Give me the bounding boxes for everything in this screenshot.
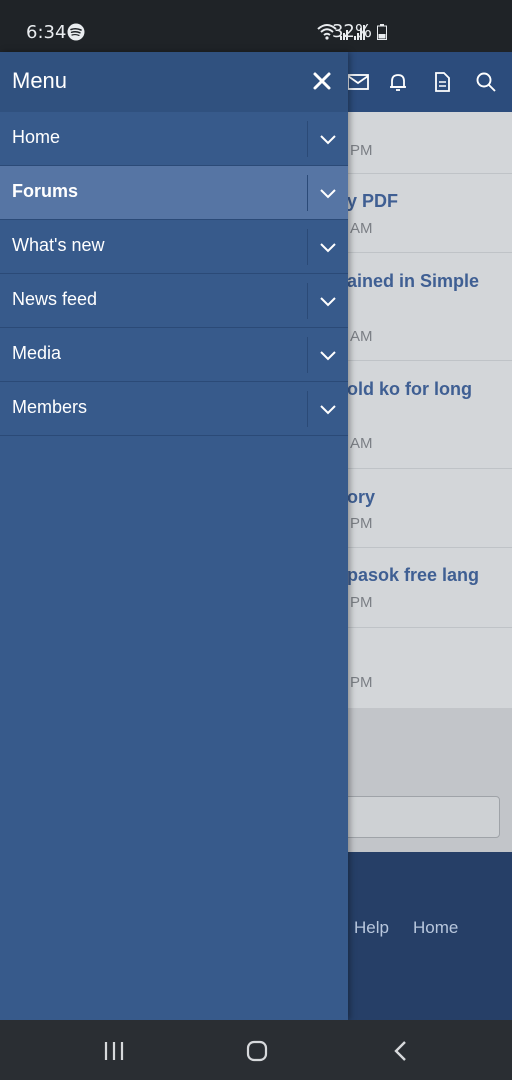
footer-link-home[interactable]: Home (413, 918, 458, 938)
search-icon[interactable] (474, 70, 498, 94)
feed-time: AM (350, 220, 373, 237)
chevron-down-icon[interactable] (318, 130, 338, 150)
menu-divider (307, 337, 308, 373)
chevron-down-icon[interactable] (318, 400, 338, 420)
feed-title[interactable]: ory (347, 487, 375, 508)
menu-divider (307, 229, 308, 265)
feed-time: PM (350, 515, 373, 532)
chevron-down-icon[interactable] (318, 184, 338, 204)
menu-item-label: What's new (12, 235, 105, 255)
chevron-down-icon[interactable] (318, 238, 338, 258)
home-icon[interactable] (244, 1038, 270, 1064)
menu-item-home[interactable]: Home (0, 112, 348, 166)
recents-icon[interactable] (101, 1038, 127, 1064)
drawer-title: Menu (12, 68, 68, 93)
menu-drawer: Menu Home Forums What's new News feed Me… (0, 52, 348, 1020)
battery-percent: 32% (331, 21, 372, 42)
mail-icon[interactable] (346, 70, 370, 94)
menu-item-label: News feed (12, 289, 98, 309)
back-icon[interactable] (388, 1038, 414, 1064)
feed-title[interactable]: ained in Simple (347, 271, 479, 292)
spotify-icon (67, 23, 85, 41)
feed-time: PM (350, 142, 373, 159)
chevron-down-icon[interactable] (318, 292, 338, 312)
menu-divider (307, 175, 308, 211)
menu-item-members[interactable]: Members (0, 382, 348, 436)
menu-item-whats-new[interactable]: What's new (0, 220, 348, 274)
menu-item-label: Members (12, 397, 88, 417)
document-icon[interactable] (430, 70, 454, 94)
bell-icon[interactable] (386, 70, 410, 94)
menu-item-news-feed[interactable]: News feed (0, 274, 348, 328)
status-time: 6:34 (26, 22, 67, 43)
feed-title[interactable]: pasok free lang (347, 565, 479, 586)
feed-time: AM (350, 328, 373, 345)
close-icon[interactable] (309, 68, 335, 94)
feed-time: PM (350, 594, 373, 611)
feed-title[interactable]: old ko for long (347, 379, 472, 400)
drawer-header: Menu (0, 52, 348, 112)
menu-item-label: Forums (12, 181, 79, 201)
system-nav-bar (0, 1020, 512, 1080)
footer-link-help[interactable]: Help (354, 918, 389, 938)
battery-icon (377, 24, 387, 40)
menu-divider (307, 283, 308, 319)
menu-divider (307, 121, 308, 157)
chevron-down-icon[interactable] (318, 346, 338, 366)
menu-item-forums[interactable]: Forums (0, 166, 348, 220)
menu-item-label: Media (12, 343, 62, 363)
menu-divider (307, 391, 308, 427)
status-bar: 6:34 32% (0, 0, 512, 52)
menu-item-label: Home (12, 127, 61, 147)
feed-time: AM (350, 435, 373, 452)
feed-time: PM (350, 674, 373, 691)
feed-title[interactable]: y PDF (347, 191, 398, 212)
menu-item-media[interactable]: Media (0, 328, 348, 382)
